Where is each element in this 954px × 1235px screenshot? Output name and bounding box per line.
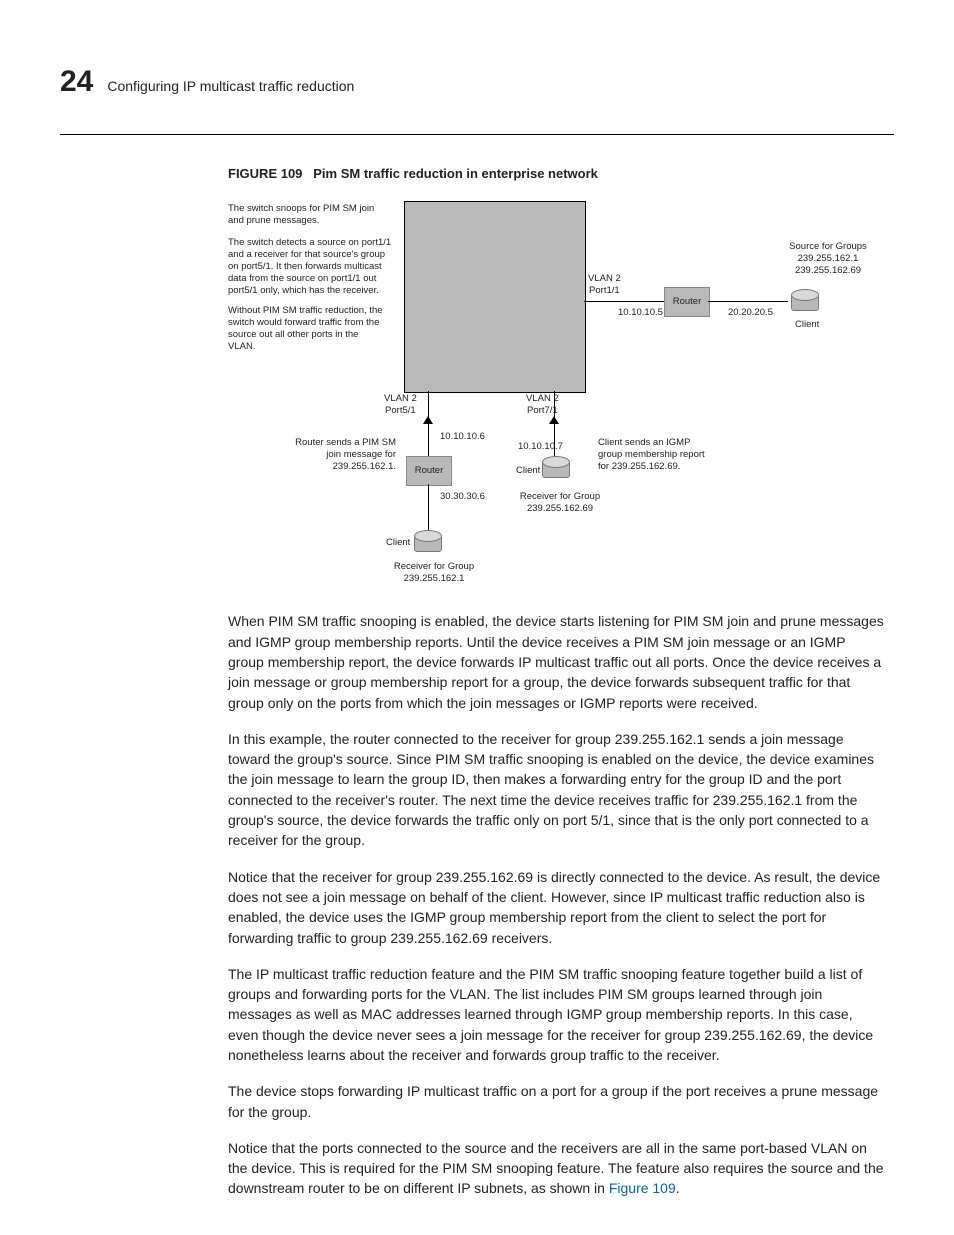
figure-link[interactable]: Figure 109 [609, 1180, 676, 1196]
paragraph-5: The device stops forwarding IP multicast… [228, 1081, 884, 1122]
paragraph-2: In this example, the router connected to… [228, 729, 884, 851]
client-cylinder-icon [791, 289, 819, 311]
note-without: Without PIM SM traffic reduction, the sw… [228, 305, 388, 353]
client-cylinder-icon [414, 530, 442, 552]
label-ip-20-5: 20.20.20.5 [728, 307, 773, 319]
note-snoop: The switch snoops for PIM SM join and pr… [228, 203, 388, 227]
label-ip-10-6: 10.10.10.6 [440, 431, 485, 443]
paragraph-6b: . [676, 1180, 680, 1196]
paragraph-4: The IP multicast traffic reduction featu… [228, 964, 884, 1065]
header-rule [60, 134, 894, 135]
label-client-top: Client [795, 319, 819, 331]
note-router-sends: Router sends a PIM SM join message for 2… [286, 437, 396, 473]
figure-diagram: The switch snoops for PIM SM join and pr… [228, 201, 868, 593]
note-receiver-69: Receiver for Group 239.255.162.69 [510, 491, 610, 515]
client-cylinder-icon [542, 456, 570, 478]
paragraph-3: Notice that the receiver for group 239.2… [228, 867, 884, 948]
label-vlan2-port11: VLAN 2 Port1/1 [588, 273, 621, 297]
label-client-br: Client [516, 465, 540, 477]
paragraph-1: When PIM SM traffic snooping is enabled,… [228, 611, 884, 712]
router-top: Router [664, 287, 710, 317]
figure-label: FIGURE 109 [228, 166, 302, 181]
chapter-number: 24 [60, 60, 93, 104]
label-vlan2-port51: VLAN 2 Port5/1 [384, 393, 417, 417]
label-ip-10-5: 10.10.10.5 [618, 307, 663, 319]
label-ip-10-7: 10.10.10.7 [518, 441, 563, 453]
note-client-sends: Client sends an IGMP group membership re… [598, 437, 708, 473]
router-bottom: Router [406, 456, 452, 486]
paragraph-6: Notice that the ports connected to the s… [228, 1138, 884, 1199]
network-cloud-icon [404, 201, 586, 393]
figure-title: Pim SM traffic reduction in enterprise n… [313, 166, 598, 181]
note-source-for: Source for Groups 239.255.162.1 239.255.… [778, 241, 878, 277]
figure-caption: FIGURE 109 Pim SM traffic reduction in e… [228, 165, 884, 184]
note-receiver-1: Receiver for Group 239.255.162.1 [384, 561, 484, 585]
chapter-title: Configuring IP multicast traffic reducti… [107, 76, 354, 96]
label-client-bl: Client [386, 537, 410, 549]
paragraph-6a: Notice that the ports connected to the s… [228, 1140, 884, 1197]
note-detect: The switch detects a source on port1/1 a… [228, 237, 393, 296]
label-ip-30-6: 30.30.30.6 [440, 491, 485, 503]
